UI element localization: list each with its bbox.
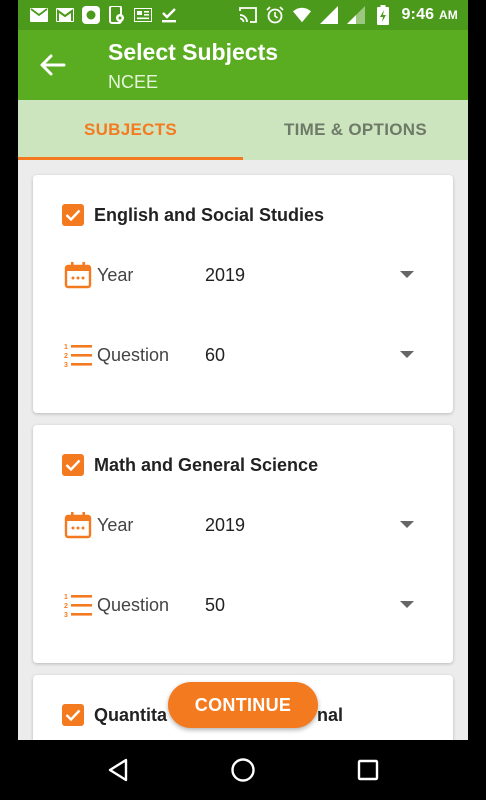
question-label: Question <box>97 594 170 615</box>
question-value: 60 <box>205 344 226 365</box>
svg-text:3: 3 <box>64 612 68 618</box>
subject-checkbox-row: Quantita <box>62 704 167 726</box>
year-row[interactable]: Year 2019 <box>62 505 422 545</box>
tab-indicator <box>18 157 243 160</box>
nav-bar <box>0 740 486 800</box>
back-triangle-icon[interactable] <box>100 752 136 788</box>
subject-checkbox-row: English and Social Studies <box>62 204 324 226</box>
signal-icon <box>320 6 339 24</box>
continue-button[interactable]: CONTINUE <box>168 682 318 728</box>
year-label: Year <box>97 264 134 285</box>
svg-text:3: 3 <box>64 362 68 368</box>
year-row[interactable]: Year 2019 <box>62 255 422 295</box>
chevron-down-icon[interactable] <box>392 260 422 290</box>
calendar-icon <box>62 509 94 541</box>
alarm-icon <box>266 6 285 24</box>
subject-name: Math and General Science <box>94 454 319 475</box>
tab-time-options[interactable]: TIME & OPTIONS <box>243 100 468 160</box>
signal-weak-icon <box>347 6 366 24</box>
subject-card-math: Math and General Science Year 2019 1 2 3 Q… <box>33 425 453 663</box>
home-circle-icon[interactable] <box>225 752 261 788</box>
cast-icon <box>239 7 258 23</box>
question-value: 50 <box>205 594 226 615</box>
calendar-icon <box>62 259 94 291</box>
circle-app-icon <box>82 6 100 24</box>
tab-subjects-label: SUBJECTS <box>83 120 178 139</box>
svg-text:2: 2 <box>64 353 68 360</box>
svg-text:1: 1 <box>64 344 68 351</box>
tab-time-options-label: TIME & OPTIONS <box>283 120 428 139</box>
page-title: Select Subjects <box>108 39 279 65</box>
app-screen: 9:46 AM Select Subjects NCEE SUBJECTS TI… <box>18 0 468 740</box>
tab-bar: SUBJECTS TIME & OPTIONS <box>18 100 468 160</box>
news-icon <box>134 7 152 23</box>
svg-text:1: 1 <box>64 594 68 601</box>
subject-name: English and Social Studies <box>94 204 325 225</box>
subject-checkbox[interactable] <box>62 454 84 476</box>
question-row[interactable]: 1 2 3 Question 50 <box>62 585 422 625</box>
arrow-back-icon[interactable] <box>34 47 70 83</box>
subject-card-english: English and Social Studies Year 2019 1 2 3… <box>33 175 453 413</box>
tab-subjects[interactable]: SUBJECTS <box>18 100 243 160</box>
page-subtitle: NCEE <box>108 72 159 92</box>
recents-square-icon[interactable] <box>350 752 386 788</box>
mail-icon <box>30 7 48 23</box>
question-row[interactable]: 1 2 3 Question 60 <box>62 335 422 375</box>
download-done-icon <box>160 7 178 23</box>
subject-checkbox[interactable] <box>62 204 84 226</box>
subject-checkbox-row: Math and General Science <box>62 454 318 476</box>
numbered-list-icon: 1 2 3 <box>62 589 94 621</box>
app-bar: Select Subjects NCEE <box>18 30 468 100</box>
question-label: Question <box>97 344 170 365</box>
year-value: 2019 <box>205 514 246 535</box>
year-label: Year <box>97 514 134 535</box>
year-value: 2019 <box>205 264 246 285</box>
svg-text:2: 2 <box>64 603 68 610</box>
chevron-down-icon[interactable] <box>392 510 422 540</box>
subject-name-partial-left: Quantita <box>94 704 168 725</box>
numbered-list-icon: 1 2 3 <box>62 339 94 371</box>
battery-charging-icon <box>374 5 392 25</box>
status-bar: 9:46 AM <box>18 0 468 30</box>
chevron-down-icon[interactable] <box>392 590 422 620</box>
subject-checkbox[interactable] <box>62 704 84 726</box>
phone-settings-icon <box>108 6 126 24</box>
wifi-icon <box>293 7 312 23</box>
subject-name-partial-right: nal <box>317 705 344 725</box>
gmail-icon <box>56 7 74 23</box>
chevron-down-icon[interactable] <box>392 340 422 370</box>
clock: 9:46 AM <box>401 6 458 23</box>
